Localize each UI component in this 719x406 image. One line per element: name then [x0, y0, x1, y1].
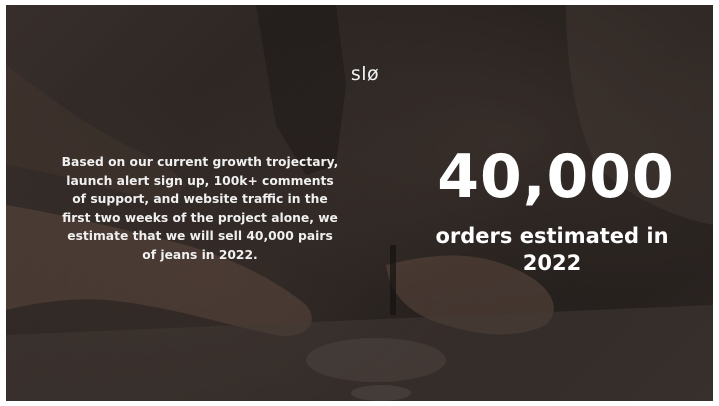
slide: slø Based on our current growth trojecta…: [6, 5, 713, 401]
stat-number: 40,000: [437, 142, 675, 212]
stat-caption: orders estimated in 2022: [435, 224, 669, 275]
description-text: Based on our current growth trojectary, …: [61, 155, 339, 262]
brand-logo: slø: [350, 63, 380, 85]
